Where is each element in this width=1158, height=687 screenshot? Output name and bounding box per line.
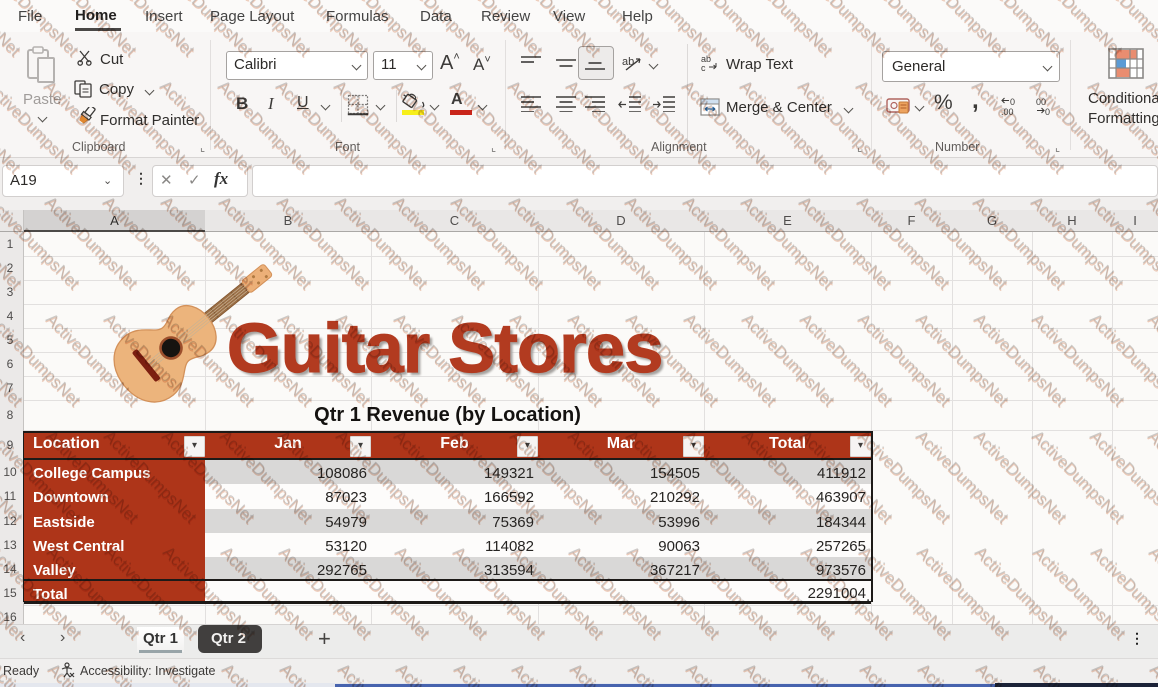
svg-text:ab: ab <box>622 56 634 68</box>
svg-text:c: c <box>701 63 706 72</box>
svg-text:.00: .00 <box>1001 107 1014 116</box>
svg-text:0: 0 <box>1045 107 1050 116</box>
svg-text:0: 0 <box>1010 97 1015 107</box>
svg-text:00: 00 <box>1036 97 1046 107</box>
